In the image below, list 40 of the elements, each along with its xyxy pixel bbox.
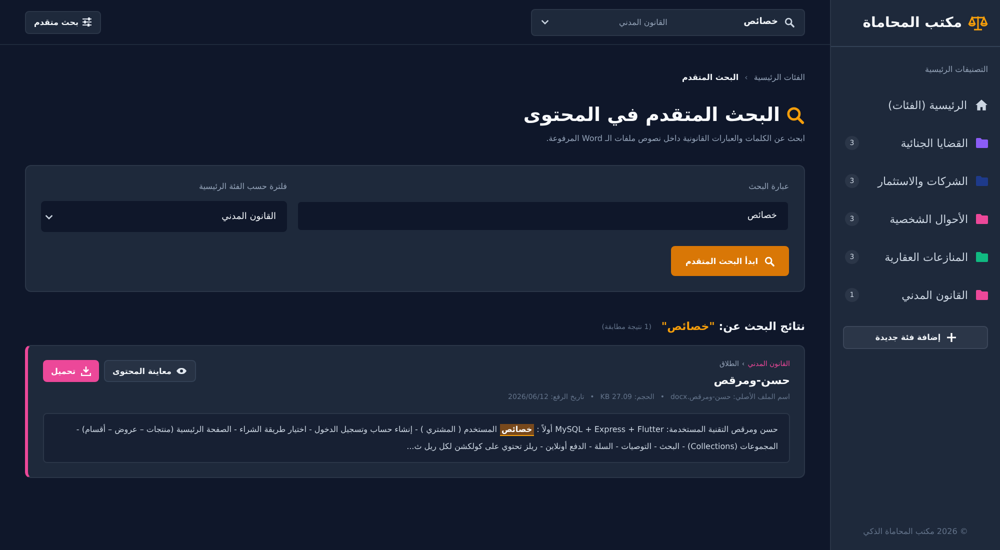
field-label: فلترة حسب الفئة الرئيسية: [198, 182, 287, 191]
item-label: الأحوال الشخصية: [888, 212, 968, 226]
scale-icon: [968, 15, 988, 31]
category-filter-select[interactable]: القانون المدني: [41, 201, 287, 232]
search-value: خصائص: [742, 17, 778, 27]
chevron-down-icon: [541, 19, 549, 25]
item-label: الشركات والاستثمار: [876, 174, 968, 188]
advanced-search-button[interactable]: بحث متقدم: [25, 10, 102, 34]
section-title: التصنيفات الرئيسية: [924, 64, 989, 76]
item-label: القانون المدني: [900, 288, 968, 302]
chevron-down-icon: [45, 214, 53, 220]
add-category-button[interactable]: إضافة فئة جديدة: [843, 326, 988, 349]
page-subtitle: ابحث عن الكلمات والعبارات القانونية داخل نصوص ملفات الـ Word المرفوعة.: [545, 134, 805, 143]
plus-icon: [946, 333, 956, 342]
item-label: المنازعات العقارية: [884, 250, 968, 264]
brand-title: مكتب المحاماة: [862, 15, 962, 31]
download-button[interactable]: تحميل: [43, 360, 99, 382]
category-select[interactable]: القانون المدني: [541, 18, 668, 26]
footer-text: © 2026 مكتب المحاماة الذكي: [862, 527, 969, 538]
field-label: عبارة البحث: [748, 182, 789, 191]
breadcrumb-separator: ›: [744, 73, 748, 82]
home-icon: [975, 99, 988, 111]
sliders-icon: [82, 17, 92, 27]
page-title: البحث المتقدم في المحتوى: [523, 104, 780, 126]
document-title: حسن-ومرقص: [712, 374, 790, 387]
breadcrumb-current: البحث المتقدم: [682, 73, 739, 82]
eye-icon: [176, 367, 188, 375]
search-icon: [786, 106, 805, 124]
sidebar-item[interactable]: الرئيسية (الفئات): [831, 86, 1000, 124]
search-icon: [764, 256, 775, 266]
search-phrase-field[interactable]: خصائص: [297, 201, 789, 231]
breadcrumb-link[interactable]: الفئات الرئيسية: [754, 73, 805, 82]
item-label: القضايا الجنائية: [900, 136, 968, 150]
item-label: الرئيسية (الفئات): [887, 98, 967, 112]
download-icon: [80, 366, 91, 376]
snippet-text: حسن ومرقص التقنية المستخدمة: MySQL + Express + Flutter أولاً : خصائص المستخدم ( المشتري ) - إنشاء حساب وتسجيل الدخول - اختيار طريقة الشراء - الصفحة الرئيسية (منتجات – عروض – أقسام) - المجموعات (Collections) - البحث - التوصيات - السلة - الدفع أونلاين - ريلز تحتوي على كولكشن لكل ريل ث...: [75, 423, 778, 453]
preview-button[interactable]: معاينة المحتوى: [104, 360, 196, 382]
results-heading: نتائج البحث عن: "خصائص": [661, 320, 805, 333]
search-field[interactable]: خصائص القانون المدني: [531, 8, 805, 36]
search-icon: [784, 16, 795, 28]
